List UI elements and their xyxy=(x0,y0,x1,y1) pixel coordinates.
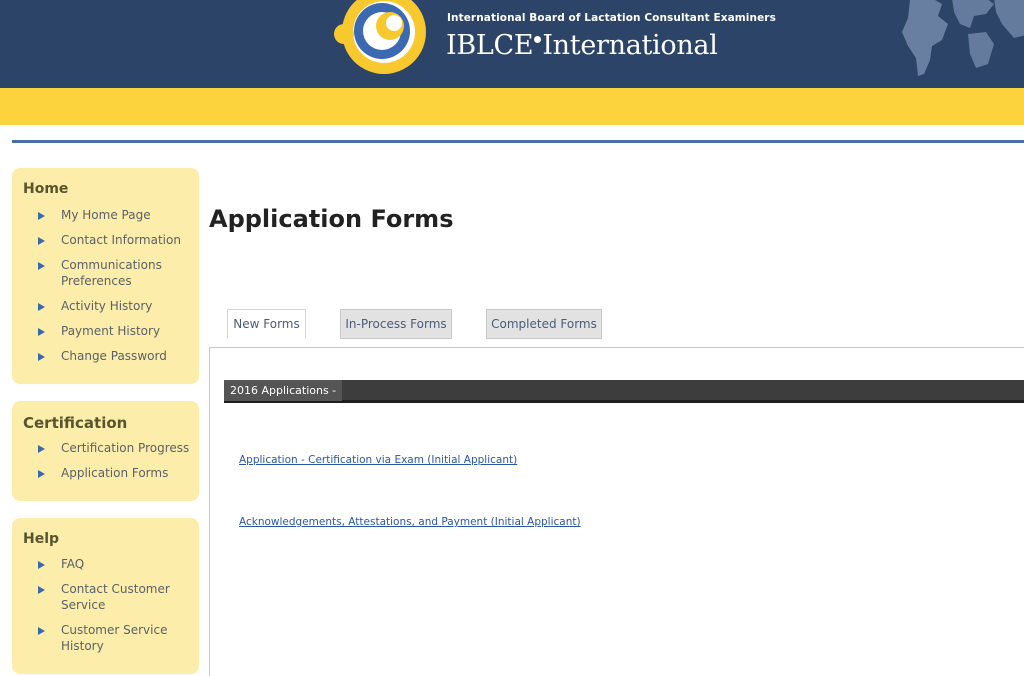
tagline: International Board of Lactation Consult… xyxy=(447,12,776,24)
sidebar-panel-help: Help FAQ Contact Customer Service Custom… xyxy=(12,518,199,674)
tab-new-forms[interactable]: New Forms xyxy=(227,309,306,339)
page-title: Application Forms xyxy=(209,205,454,233)
sidebar-item-contact-customer-service[interactable]: Contact Customer Service xyxy=(12,582,172,613)
section-header[interactable]: 2016 Applications - xyxy=(224,380,1024,403)
link-certification-via-exam[interactable]: Application - Certification via Exam (In… xyxy=(239,454,517,466)
sidebar-item-activity-history[interactable]: Activity History xyxy=(12,299,152,315)
site-header: International Board of Lactation Consult… xyxy=(0,0,1024,88)
sidebar-item-communications-preferences[interactable]: Communications Preferences xyxy=(12,258,162,289)
sidebar-item-my-home-page[interactable]: My Home Page xyxy=(12,208,151,224)
arrow-right-icon xyxy=(38,586,45,594)
sidebar-item-customer-service-history[interactable]: Customer Service History xyxy=(12,623,172,654)
sidebar-panel-home: Home My Home Page Contact Information Co… xyxy=(12,168,199,384)
sidebar-item-application-forms[interactable]: Application Forms xyxy=(12,466,168,482)
brand-dot-icon xyxy=(534,36,542,43)
arrow-right-icon xyxy=(38,212,45,220)
arrow-right-icon xyxy=(38,445,45,453)
arrow-right-icon xyxy=(38,353,45,361)
sidebar-heading-home[interactable]: Home xyxy=(12,181,68,197)
arrow-right-icon xyxy=(38,627,45,635)
iblce-logo-icon xyxy=(334,0,426,74)
sidebar-item-faq[interactable]: FAQ xyxy=(12,557,84,573)
sidebar-item-change-password[interactable]: Change Password xyxy=(12,349,167,365)
divider xyxy=(12,140,1024,143)
tab-in-process-forms[interactable]: In-Process Forms xyxy=(340,309,452,339)
tab-completed-forms[interactable]: Completed Forms xyxy=(486,309,602,339)
link-acknowledgements-attestations-payment[interactable]: Acknowledgements, Attestations, and Paym… xyxy=(239,516,581,528)
brand-name[interactable]: IBLCE International xyxy=(446,30,718,61)
arrow-right-icon xyxy=(38,303,45,311)
yellow-band xyxy=(0,88,1024,125)
sidebar-panel-certification: Certification Certification Progress App… xyxy=(12,401,199,501)
sidebar-item-contact-information[interactable]: Contact Information xyxy=(12,233,181,249)
sidebar-heading-help[interactable]: Help xyxy=(12,531,59,547)
arrow-right-icon xyxy=(38,328,45,336)
sidebar-heading-certification[interactable]: Certification xyxy=(12,414,127,432)
sidebar-item-certification-progress[interactable]: Certification Progress xyxy=(12,441,189,457)
arrow-right-icon xyxy=(38,470,45,478)
arrow-right-icon xyxy=(38,561,45,569)
sidebar-item-payment-history[interactable]: Payment History xyxy=(12,324,160,340)
arrow-right-icon xyxy=(38,237,45,245)
brand-left: IBLCE xyxy=(446,30,534,61)
world-map-icon xyxy=(902,0,1024,76)
brand-right: International xyxy=(542,30,718,61)
section-title: 2016 Applications - xyxy=(224,380,343,401)
arrow-right-icon xyxy=(38,262,45,270)
